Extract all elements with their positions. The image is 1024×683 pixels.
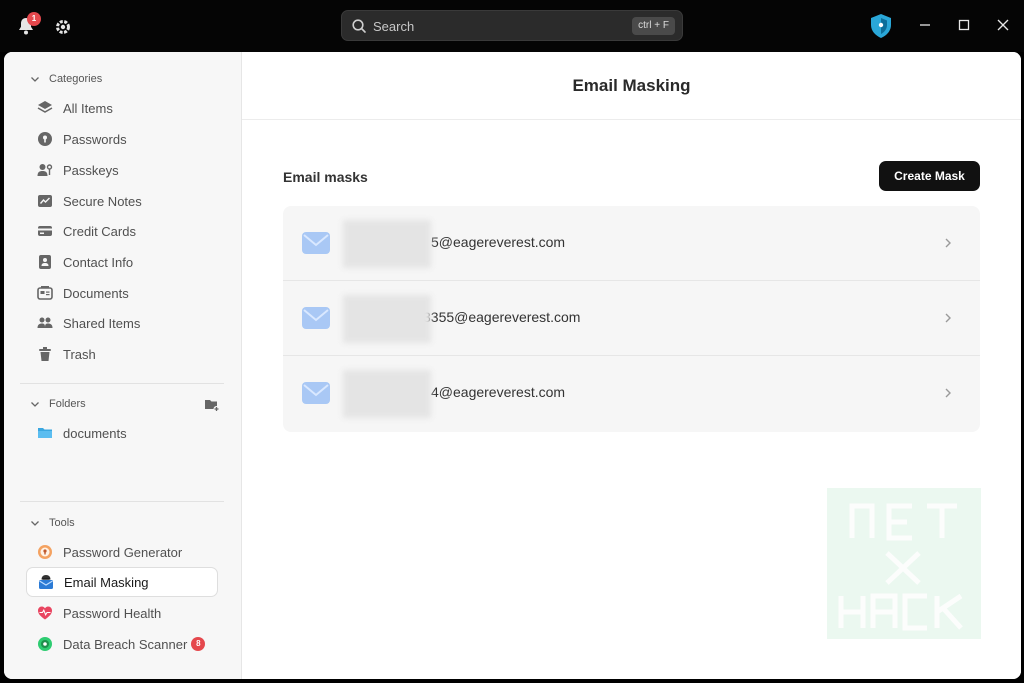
sidebar-item-label: Passwords xyxy=(63,131,127,147)
sidebar-item-passwords[interactable]: Passwords xyxy=(26,124,218,154)
add-folder-icon[interactable] xyxy=(204,397,220,413)
folders-header[interactable]: Folders xyxy=(29,396,86,412)
create-mask-button[interactable]: Create Mask xyxy=(879,161,980,191)
tools-header[interactable]: Tools xyxy=(29,515,75,531)
netxhack-logo-icon xyxy=(838,503,963,631)
sidebar-item-label: Shared Items xyxy=(63,315,141,331)
mail-icon xyxy=(302,307,330,329)
layers-icon xyxy=(37,101,53,113)
sidebar-item-label: Secure Notes xyxy=(63,193,142,209)
chevron-right-icon xyxy=(945,313,951,323)
sidebar-item-credit-cards[interactable]: Credit Cards xyxy=(26,216,218,246)
sidebar-item-secure-notes[interactable]: Secure Notes xyxy=(26,186,218,216)
search-icon xyxy=(352,19,366,33)
close-icon[interactable] xyxy=(994,16,1012,34)
categories-label: Categories xyxy=(49,73,103,85)
search-bar[interactable]: Search ctrl + F xyxy=(341,10,683,41)
sidebar-item-label: Documents xyxy=(63,285,129,301)
mail-icon xyxy=(302,382,330,404)
sidebar-item-label: Email Masking xyxy=(64,574,149,590)
sidebar-item-label: Trash xyxy=(63,346,96,362)
section-heading: Email masks xyxy=(283,169,368,185)
mask-row[interactable]: 5@eagereverest.com xyxy=(283,206,980,281)
watermark-logo xyxy=(827,488,981,639)
mail-icon xyxy=(302,232,330,254)
sidebar-item-email-masking[interactable]: Email Masking xyxy=(26,567,218,597)
divider xyxy=(20,501,224,502)
page-header: Email Masking xyxy=(242,52,1021,120)
notification-badge: 1 xyxy=(27,12,41,26)
gear-icon[interactable] xyxy=(54,18,72,36)
chevron-down-icon xyxy=(31,521,39,526)
sidebar-item-passkeys[interactable]: Passkeys xyxy=(26,155,218,185)
folder-icon xyxy=(38,428,52,438)
mask-row[interactable]: 4@eagereverest.com xyxy=(283,356,980,431)
sidebar-item-trash[interactable]: Trash xyxy=(26,339,218,369)
search-shortcut: ctrl + F xyxy=(632,17,675,35)
page-title: Email Masking xyxy=(572,76,691,95)
divider xyxy=(20,383,224,384)
sidebar-item-label: documents xyxy=(63,425,127,441)
sidebar-item-label: Password Health xyxy=(63,605,162,621)
credit-card-icon xyxy=(38,226,52,236)
sidebar-item-folder-documents[interactable]: documents xyxy=(26,418,218,448)
title-bar: 1 Search ctrl + F xyxy=(0,0,1024,52)
sidebar-item-contact-info[interactable]: Contact Info xyxy=(26,247,218,277)
document-icon xyxy=(37,286,53,300)
sidebar-item-label: Password Generator xyxy=(63,544,183,560)
contact-icon xyxy=(39,255,51,269)
redacted-blur xyxy=(343,295,431,343)
sidebar-item-shared-items[interactable]: Shared Items xyxy=(26,308,218,338)
password-generator-icon xyxy=(38,545,52,559)
trash-icon xyxy=(39,347,51,361)
redacted-blur xyxy=(343,370,431,418)
chevron-down-icon xyxy=(31,402,39,407)
users-icon xyxy=(37,317,53,328)
sidebar-item-label: Passkeys xyxy=(63,162,119,178)
scanner-icon xyxy=(38,637,52,651)
passkey-icon xyxy=(37,164,53,176)
sidebar-item-label: Data Breach Scanner xyxy=(63,636,188,652)
maximize-icon[interactable] xyxy=(955,16,973,34)
folders-label: Folders xyxy=(49,398,86,410)
heart-icon xyxy=(38,606,52,620)
mask-list: 5@eagereverest.com 3355@eagereverest.com xyxy=(283,206,980,432)
sidebar-item-password-health[interactable]: Password Health xyxy=(26,598,218,628)
chevron-down-icon xyxy=(31,77,39,82)
sidebar-item-documents[interactable]: Documents xyxy=(26,278,218,308)
note-icon xyxy=(38,195,52,207)
sidebar: Categories All Items Passwords Passkeys … xyxy=(4,52,242,679)
key-icon xyxy=(38,132,52,146)
sidebar-item-label: All Items xyxy=(63,100,113,116)
chevron-right-icon xyxy=(945,238,951,248)
sidebar-item-label: Credit Cards xyxy=(63,223,136,239)
chevron-right-icon xyxy=(945,388,951,398)
sidebar-item-data-breach-scanner[interactable]: Data Breach Scanner 8 xyxy=(26,629,218,659)
sidebar-item-all-items[interactable]: All Items xyxy=(26,93,218,123)
tools-label: Tools xyxy=(49,517,75,529)
sidebar-item-label: Contact Info xyxy=(63,254,134,270)
search-placeholder: Search xyxy=(373,19,415,34)
redacted-blur xyxy=(343,220,431,268)
breach-count-badge: 8 xyxy=(191,637,206,651)
shield-icon[interactable] xyxy=(869,13,893,39)
categories-header[interactable]: Categories xyxy=(29,71,102,87)
mask-row[interactable]: 3355@eagereverest.com xyxy=(283,281,980,356)
minimize-icon[interactable] xyxy=(916,16,934,34)
sidebar-item-password-generator[interactable]: Password Generator xyxy=(26,537,218,567)
email-masking-icon xyxy=(39,575,53,589)
